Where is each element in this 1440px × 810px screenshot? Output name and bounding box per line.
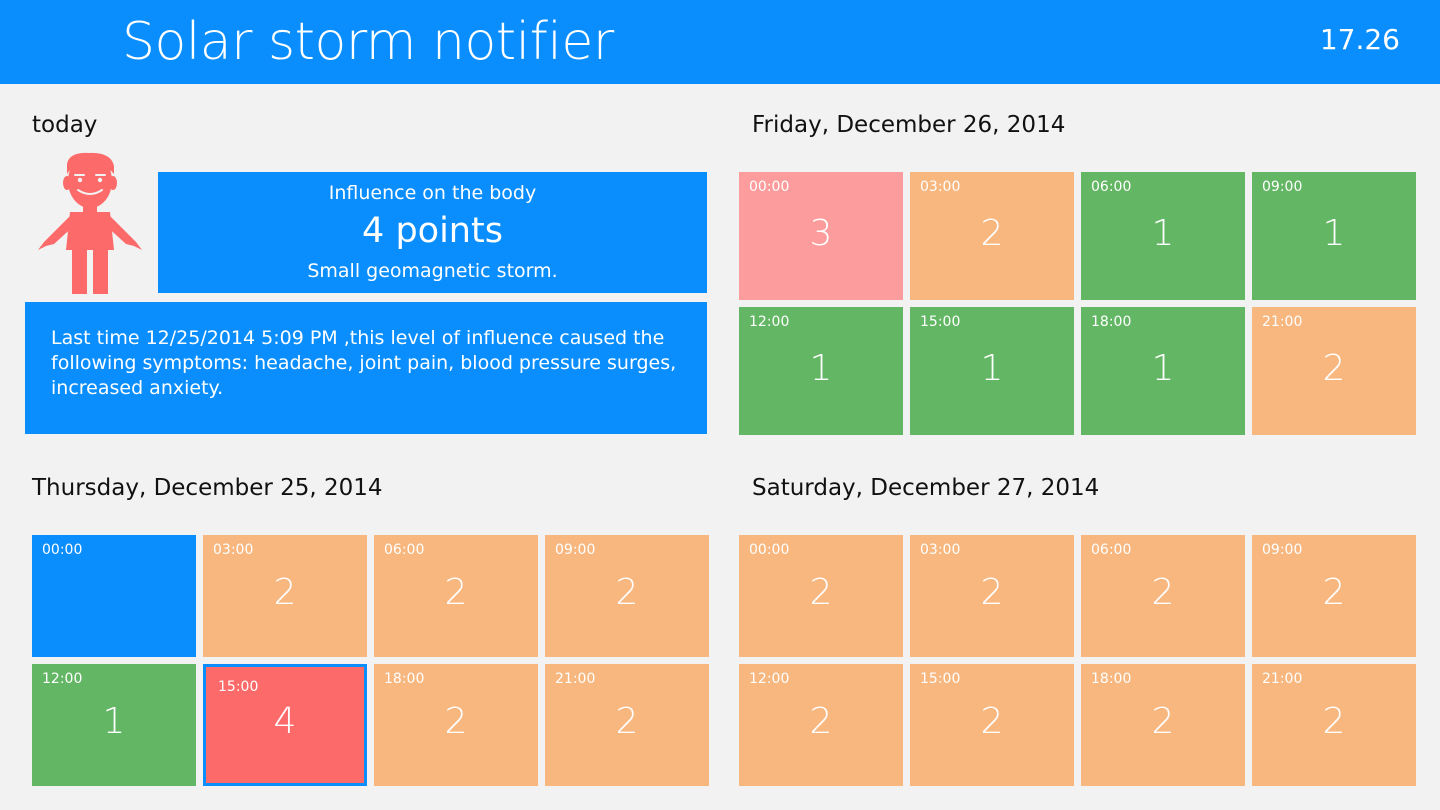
tile-time: 12:00 [749, 314, 790, 330]
tile-value: 1 [809, 348, 833, 389]
forecast-tile[interactable]: 09:00 2 [545, 535, 709, 657]
tile-time: 15:00 [920, 671, 961, 687]
tile-value: 4 [273, 701, 297, 742]
tile-value: 1 [980, 348, 1004, 389]
forecast-tile[interactable]: 03:00 2 [203, 535, 367, 657]
tile-value: 1 [1151, 348, 1175, 389]
tile-value: 2 [809, 701, 833, 742]
tile-value: 2 [615, 701, 639, 742]
tile-time: 00:00 [749, 542, 790, 558]
history-text: Last time 12/25/2014 5:09 PM ,this level… [51, 327, 677, 399]
tile-value: 1 [102, 701, 126, 742]
forecast-tile[interactable]: 06:00 2 [1081, 535, 1245, 657]
tile-value: 2 [444, 572, 468, 613]
tile-time: 03:00 [213, 542, 254, 558]
tile-time: 12:00 [749, 671, 790, 687]
tile-time: 21:00 [555, 671, 596, 687]
tile-value: 1 [1151, 213, 1175, 254]
storm-level: Small geomagnetic storm. [307, 260, 558, 282]
forecast-tile[interactable]: 18:00 2 [374, 664, 538, 786]
person-icon [38, 152, 142, 294]
forecast-tile[interactable]: 00:00 2 [739, 535, 903, 657]
app-header: Solar storm notifier 17.26 [0, 0, 1440, 84]
tile-value: 2 [444, 701, 468, 742]
forecast-tile[interactable]: 21:00 2 [545, 664, 709, 786]
tile-time: 09:00 [555, 542, 596, 558]
forecast-tile[interactable]: 12:00 1 [739, 307, 903, 435]
forecast-tile[interactable]: 18:00 1 [1081, 307, 1245, 435]
tile-value: 2 [1322, 701, 1346, 742]
tile-value: 2 [1322, 348, 1346, 389]
forecast-grid-saturday: 00:00 2 03:00 2 06:00 2 09:00 2 12:00 2 15:00 2 18:0… [739, 535, 1416, 786]
forecast-tile[interactable]: 12:00 2 [739, 664, 903, 786]
forecast-grid-thursday: 00:00 03:00 2 06:00 2 09:00 2 12:00 1 15:00 4 18:00… [32, 535, 709, 786]
forecast-tile[interactable]: 18:00 2 [1081, 664, 1245, 786]
forecast-tile[interactable]: 06:00 1 [1081, 172, 1245, 300]
forecast-tile[interactable]: 15:00 2 [910, 664, 1074, 786]
history-panel: Last time 12/25/2014 5:09 PM ,this level… [25, 302, 707, 434]
tile-time: 09:00 [1262, 542, 1303, 558]
forecast-tile[interactable]: 21:00 2 [1252, 307, 1416, 435]
tile-value: 2 [980, 701, 1004, 742]
tile-time: 06:00 [1091, 542, 1132, 558]
tile-value: 2 [1322, 572, 1346, 613]
influence-label: Influence on the body [328, 182, 537, 204]
forecast-grid-friday: 00:00 3 03:00 2 06:00 1 09:00 1 12:00 1 15:00 1 18:0… [739, 172, 1416, 435]
forecast-tile[interactable]: 21:00 2 [1252, 664, 1416, 786]
tile-time: 03:00 [920, 542, 961, 558]
forecast-tile[interactable]: 12:00 1 [32, 664, 196, 786]
day-title-saturday: Saturday, December 27, 2014 [752, 475, 1100, 501]
tile-time: 00:00 [749, 179, 790, 195]
tile-time: 21:00 [1262, 314, 1303, 330]
forecast-tile[interactable]: 15:00 1 [910, 307, 1074, 435]
tile-value: 3 [809, 213, 833, 254]
app-title: Solar storm notifier [122, 12, 614, 72]
forecast-tile[interactable]: 03:00 2 [910, 535, 1074, 657]
tile-time: 18:00 [1091, 671, 1132, 687]
influence-points: 4 points [362, 211, 503, 251]
forecast-tile[interactable]: 09:00 1 [1252, 172, 1416, 300]
tile-time: 06:00 [1091, 179, 1132, 195]
tile-time: 06:00 [384, 542, 425, 558]
tile-value: 2 [1151, 701, 1175, 742]
forecast-tile[interactable]: 00:00 3 [739, 172, 903, 300]
day-title-friday: Friday, December 26, 2014 [752, 112, 1066, 138]
forecast-tile[interactable]: 09:00 2 [1252, 535, 1416, 657]
tile-value: 2 [809, 572, 833, 613]
day-title-thursday: Thursday, December 25, 2014 [32, 475, 383, 501]
tile-time: 00:00 [42, 542, 83, 558]
tile-time: 18:00 [384, 671, 425, 687]
tile-value: 2 [615, 572, 639, 613]
tile-time: 12:00 [42, 671, 83, 687]
tile-time: 18:00 [1091, 314, 1132, 330]
clock: 17.26 [1319, 23, 1400, 56]
tile-time: 03:00 [920, 179, 961, 195]
tile-value: 2 [1151, 572, 1175, 613]
forecast-tile[interactable]: 00:00 [32, 535, 196, 657]
forecast-tile[interactable]: 06:00 2 [374, 535, 538, 657]
tile-time: 09:00 [1262, 179, 1303, 195]
tile-value: 2 [273, 572, 297, 613]
tile-time: 15:00 [218, 679, 259, 695]
today-title: today [32, 112, 98, 138]
forecast-tile[interactable]: 03:00 2 [910, 172, 1074, 300]
tile-time: 21:00 [1262, 671, 1303, 687]
tile-value: 2 [980, 213, 1004, 254]
tile-value: 2 [980, 572, 1004, 613]
influence-panel: Influence on the body 4 points Small geo… [158, 172, 707, 293]
forecast-tile[interactable]: 15:00 4 [203, 664, 367, 786]
tile-value: 1 [1322, 213, 1346, 254]
tile-time: 15:00 [920, 314, 961, 330]
